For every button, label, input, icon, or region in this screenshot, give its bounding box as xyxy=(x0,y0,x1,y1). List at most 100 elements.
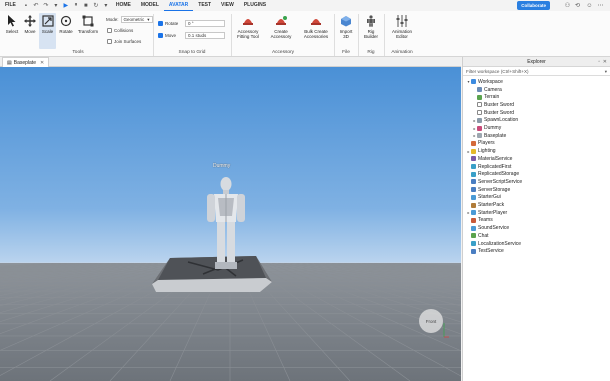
tab-model[interactable]: MODEL xyxy=(136,0,164,11)
move-snap-input[interactable]: 0.1 studs xyxy=(185,32,225,39)
explorer-filter-input[interactable]: Filter workspace (Ctrl+Shift+X) ▾ xyxy=(463,67,610,76)
explorer-item[interactable]: ▸ SpawnLocation xyxy=(463,117,518,125)
accessory-fitting-tool-button[interactable]: Accessory Fitting Tool xyxy=(234,15,262,39)
join-surfaces-row[interactable]: Join Surfaces xyxy=(107,39,141,44)
tab-plugins[interactable]: PLUGINS xyxy=(239,0,271,11)
explorer-item-label: SpawnLocation xyxy=(484,117,519,124)
share-icon[interactable]: ⟲ xyxy=(573,1,582,10)
hats-icon xyxy=(310,15,322,27)
tab-test[interactable]: TEST xyxy=(193,0,216,11)
rotate-snap-checkbox[interactable] xyxy=(158,21,163,26)
move-label: Move xyxy=(24,29,36,34)
explorer-item[interactable]: Buster Sword xyxy=(463,101,514,109)
scale-tool[interactable]: Scale xyxy=(39,13,56,49)
animation-editor-button[interactable]: Animation Editor xyxy=(389,15,415,39)
mode-select[interactable]: Geometric ▾ xyxy=(120,16,153,23)
explorer-item[interactable]: Teams xyxy=(463,217,493,225)
explorer-item-label: ServerStorage xyxy=(478,186,511,193)
file-group-label: File xyxy=(342,50,350,55)
explorer-item[interactable]: StarterGui xyxy=(463,194,501,202)
create-accessory-label: Create Accessory xyxy=(270,29,292,39)
file-menu[interactable]: FILE xyxy=(0,0,21,11)
collaborate-button[interactable]: Collaborate xyxy=(517,1,550,10)
explorer-item[interactable]: Terrain xyxy=(463,93,499,101)
explorer-item[interactable]: TestService xyxy=(463,247,504,255)
more-icon[interactable]: ▾ xyxy=(52,2,60,10)
rig-builder-label: Rig Builder xyxy=(363,29,378,39)
explorer-item[interactable]: LocalizationService xyxy=(463,240,521,248)
bulk-create-accessories-label: Bulk Create Accessories xyxy=(303,29,329,39)
rotate-snap-input[interactable]: 0 ° xyxy=(185,20,225,27)
users-icon[interactable]: ⚇ xyxy=(563,1,572,10)
share-alt-icon[interactable]: ⋯ xyxy=(596,1,605,10)
close-icon[interactable]: ✕ xyxy=(40,58,44,68)
transform-tool[interactable]: Transform xyxy=(76,15,100,34)
explorer-item[interactable]: ▾ Workspace xyxy=(463,78,503,86)
scale-icon xyxy=(41,15,54,27)
explorer-item[interactable]: ▸ Lighting xyxy=(463,147,496,155)
service-icon xyxy=(471,194,476,200)
explorer-item[interactable]: StarterPack xyxy=(463,201,504,209)
explorer-item-label: StarterPack xyxy=(478,202,505,209)
run-dropdown-icon[interactable]: ▾ xyxy=(102,2,110,10)
explorer-item-label: Lighting xyxy=(478,148,496,155)
create-accessory-button[interactable]: Create Accessory xyxy=(268,15,294,39)
move-snap-row: Move 0.1 studs xyxy=(158,32,225,39)
tab-baseplate[interactable]: ▤ Baseplate ✕ xyxy=(2,57,50,68)
explorer-item[interactable]: Chat xyxy=(463,232,489,240)
explorer-item[interactable]: Players xyxy=(463,140,495,148)
pause-icon[interactable]: ⏸ xyxy=(72,2,80,10)
filter-placeholder: Filter workspace (Ctrl+Shift+X) xyxy=(466,69,529,74)
dummy-character[interactable] xyxy=(204,172,248,274)
explorer-item-label: SoundService xyxy=(478,225,510,232)
explorer-item-label: Baseplate xyxy=(484,132,507,139)
join-surfaces-checkbox[interactable] xyxy=(107,39,112,44)
explorer-item[interactable]: ReplicatedStorage xyxy=(463,170,519,178)
view-cube[interactable]: Front xyxy=(419,309,443,333)
move-tool[interactable]: Move xyxy=(21,15,39,34)
explorer-item-label: Workspace xyxy=(478,78,503,85)
explorer-item[interactable]: Camera xyxy=(463,86,502,94)
explorer-item[interactable]: ServerScriptService xyxy=(463,178,522,186)
collisions-checkbox[interactable] xyxy=(107,28,112,33)
undo-icon[interactable]: ↶ xyxy=(32,2,40,10)
rig-figure-icon xyxy=(365,15,377,27)
explorer-item[interactable]: ReplicatedFirst xyxy=(463,163,511,171)
divider xyxy=(384,14,385,56)
explorer-item[interactable]: ServerStorage xyxy=(463,186,510,194)
undock-icon[interactable]: ▫ xyxy=(598,57,600,67)
explorer-item[interactable]: ▸ StarterPlayer xyxy=(463,209,507,217)
account-icon[interactable]: ☺ xyxy=(585,1,594,10)
save-icon[interactable]: ▪ xyxy=(22,2,30,10)
move-snap-checkbox[interactable] xyxy=(158,33,163,38)
reset-icon[interactable]: ↻ xyxy=(92,2,100,10)
service-icon xyxy=(477,133,482,139)
explorer-item[interactable]: ▸ Baseplate xyxy=(463,132,506,140)
explorer-item[interactable]: MaterialService xyxy=(463,155,512,163)
menu-bar: FILE ▪ ↶ ↷ ▾ ▶ ⏸ ■ ↻ ▾ HOME MODEL AVATAR… xyxy=(0,0,610,11)
3d-viewport[interactable]: Dummy Front xyxy=(0,67,461,381)
explorer-header: Explorer ▫ ✕ xyxy=(463,57,610,67)
explorer-item-label: LocalizationService xyxy=(478,240,522,247)
close-icon[interactable]: ✕ xyxy=(603,57,607,67)
rig-group-label: Rig xyxy=(367,50,375,55)
tab-view[interactable]: VIEW xyxy=(216,0,239,11)
rig-builder-button[interactable]: Rig Builder xyxy=(361,15,381,39)
import-3d-button[interactable]: Import 3D xyxy=(337,15,355,39)
explorer-item-label: Players xyxy=(478,140,495,147)
tab-avatar[interactable]: AVATAR xyxy=(163,0,194,11)
collisions-row[interactable]: Collisions xyxy=(107,28,133,33)
select-tool[interactable]: Select xyxy=(4,15,20,34)
explorer-item[interactable]: ▸ Dummy xyxy=(463,124,501,132)
tab-home[interactable]: HOME xyxy=(111,0,136,11)
redo-icon[interactable]: ↷ xyxy=(42,2,50,10)
explorer-item[interactable]: Buster Sword xyxy=(463,109,514,117)
rotate-tool[interactable]: Rotate xyxy=(57,15,75,34)
service-icon xyxy=(471,140,476,146)
service-icon xyxy=(471,187,476,193)
move-arrows-icon xyxy=(24,15,36,27)
stop-icon[interactable]: ■ xyxy=(82,2,90,10)
play-icon[interactable]: ▶ xyxy=(62,2,70,10)
explorer-item[interactable]: SoundService xyxy=(463,224,509,232)
bulk-create-accessories-button[interactable]: Bulk Create Accessories xyxy=(300,15,332,39)
